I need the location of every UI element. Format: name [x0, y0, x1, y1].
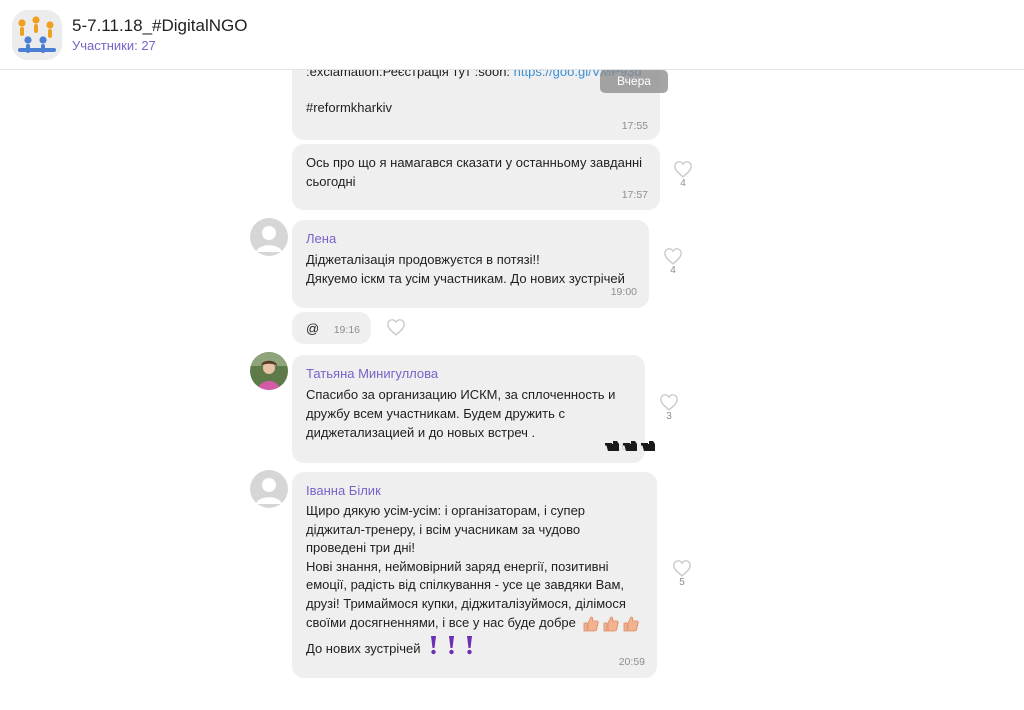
message-bubble[interactable]: Ось про що я намагався сказати у останнь…: [292, 144, 660, 210]
message-time: 17:57: [621, 189, 648, 201]
message-bubble[interactable]: @ 19:16: [292, 312, 371, 344]
like-button[interactable]: 4: [661, 247, 685, 276]
group-avatar[interactable]: [12, 10, 62, 60]
exclamation-row: [428, 635, 478, 655]
message-text-last: До нових зустрічей: [306, 641, 421, 656]
message-text: Ось про що я намагався сказати у останнь…: [306, 155, 643, 189]
message-bubble[interactable]: Іванна Білик Щиро дякую усім-усім: і орг…: [292, 472, 657, 678]
emoji-row: [582, 615, 642, 633]
sender-avatar[interactable]: [250, 352, 288, 390]
message-time: 19:00: [610, 286, 637, 298]
date-separator: Вчера: [600, 70, 668, 93]
sender-name[interactable]: Татьяна Минигуллова: [306, 364, 438, 383]
exclamation-icon: [431, 636, 472, 655]
message-text: :exclamation:Реєстрація тут :soon: https…: [306, 70, 642, 81]
chat-title[interactable]: 5-7.11.18_#DigitalNGO: [72, 16, 247, 36]
like-count: 4: [670, 265, 676, 276]
like-button[interactable]: [384, 318, 408, 336]
like-count: 5: [679, 577, 685, 588]
like-count: 4: [680, 178, 686, 189]
sender-name[interactable]: Іванна Білик: [306, 481, 381, 500]
sender-avatar[interactable]: [250, 470, 288, 508]
sender-name[interactable]: Лена: [306, 229, 336, 248]
message-time: 19:16: [333, 324, 360, 336]
heart-icon: [674, 161, 692, 178]
heart-icon: [664, 248, 682, 265]
heart-icon: [673, 560, 691, 577]
like-count: 3: [666, 411, 672, 422]
like-button[interactable]: 4: [671, 160, 695, 189]
message-time: 17:55: [621, 120, 648, 132]
like-button[interactable]: 3: [657, 393, 681, 422]
sender-avatar[interactable]: [250, 218, 288, 256]
message-time: 20:59: [618, 656, 645, 668]
message-bubble[interactable]: Татьяна Минигуллова Спасибо за организац…: [292, 355, 645, 463]
message-feed[interactable]: Вчера :exclamation:Реєстрація тут :soon:…: [0, 70, 1024, 710]
like-button[interactable]: 5: [670, 559, 694, 588]
emoji-reaction: [605, 435, 657, 453]
thumbs-up-icon: [583, 616, 639, 632]
heart-icon: [660, 394, 678, 411]
message-text: Спасибо за организацию ИСКМ, за сплоченн…: [306, 387, 616, 440]
message-text: Щиро дякую усім-усім: і організаторам, і…: [306, 503, 626, 630]
pointing-hand-icon: [605, 441, 655, 451]
chat-header: 5-7.11.18_#DigitalNGO Участники: 27: [0, 0, 1024, 70]
participants-count[interactable]: Участники: 27: [72, 38, 156, 53]
message-hashtag[interactable]: #reformkharkiv: [306, 98, 392, 117]
message-text: @: [306, 321, 320, 336]
message-text: Діджеталізація продовжуєтся в потязі!! Д…: [306, 252, 625, 286]
message-bubble[interactable]: Лена Діджеталізація продовжуєтся в потяз…: [292, 220, 649, 308]
heart-icon: [387, 319, 405, 336]
